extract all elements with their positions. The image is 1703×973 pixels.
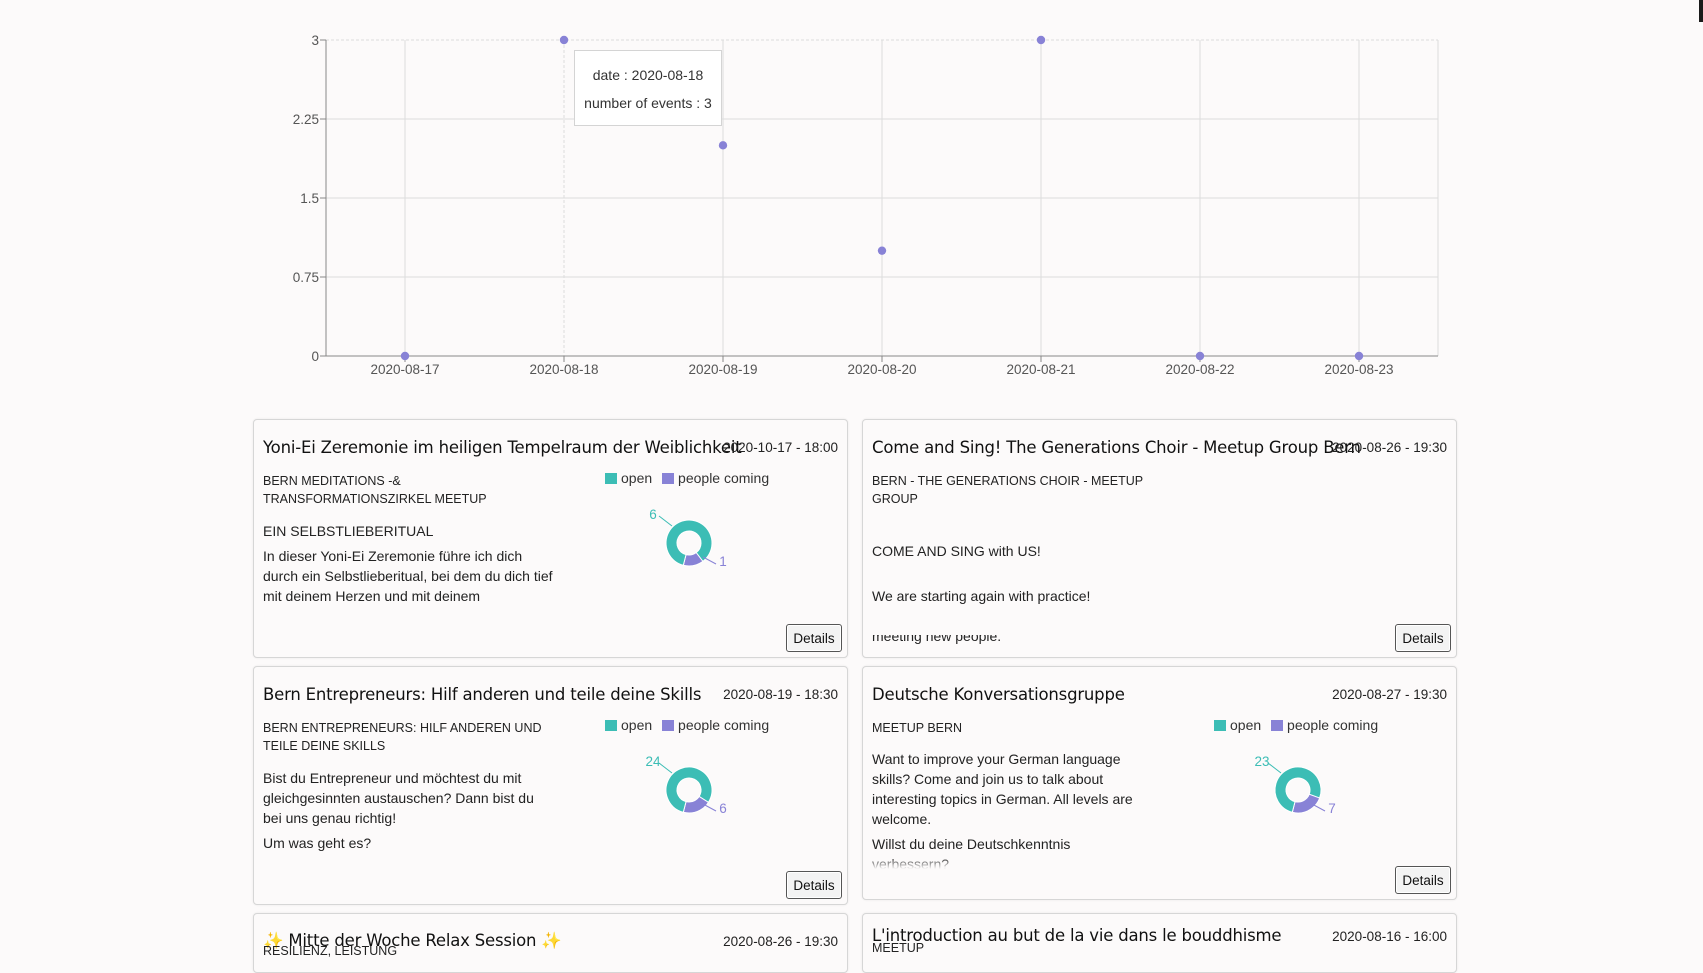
chart-axes (320, 39, 1438, 362)
legend-open-label: open (621, 717, 653, 733)
donut-label-leader-coming (702, 803, 717, 812)
legend-coming-swatch (662, 720, 675, 731)
event-card: Deutsche Konversationsgruppe 2020-08-27 … (862, 666, 1457, 900)
donut-label-coming: 6 (719, 801, 727, 816)
attendance-donut: 23 7 (1254, 754, 1336, 816)
details-button[interactable]: Details (786, 624, 842, 652)
details-button[interactable]: Details (786, 871, 842, 899)
donut-label-leader-open (658, 762, 673, 774)
event-group: BERN MEDITATIONS -& TRANSFORMATIONSZIRKE… (263, 474, 487, 506)
event-card: ✨ Mitte der Woche Relax Session ✨ 2020-0… (253, 913, 848, 973)
legend-coming-swatch (1271, 720, 1284, 731)
donut-label-coming: 1 (719, 554, 727, 569)
legend-coming-label: people coming (678, 470, 770, 486)
data-point (1036, 35, 1046, 45)
tooltip-count: number of events : 3 (584, 95, 712, 111)
event-date: 2020-08-27 - 19:30 (1332, 687, 1447, 702)
description-line: Um was geht es? (263, 835, 372, 851)
details-button[interactable]: Details (1395, 866, 1451, 894)
attendance-donut: 61 (649, 507, 727, 569)
x-tick-label: 2020-08-17 (370, 362, 439, 377)
y-tick-label: 2.25 (293, 112, 319, 127)
donut-label-leader-open (1267, 762, 1282, 774)
event-card: Yoni-Ei Zeremonie im heiligen Tempelraum… (253, 419, 848, 658)
event-group: BERN - THE GENERATIONS CHOIR - MEETUP GR… (872, 474, 1143, 506)
events-per-day-chart: 00.751.52.253 2020-08-17 2020-08-18 2020-0… (293, 33, 1439, 377)
x-tick-label: 2020-08-20 (847, 362, 916, 377)
legend-open-label: open (621, 470, 653, 486)
event-group: MEETUP (872, 941, 925, 955)
donut-label-open: 6 (649, 507, 657, 522)
legend-open-swatch (1214, 720, 1226, 731)
event-card: Come and Sing! The Generations Choir - M… (862, 419, 1457, 658)
event-group: RESILIENZ, LEISTUNG (263, 944, 398, 958)
legend-open-swatch (605, 720, 617, 731)
legend-coming-label: people coming (678, 717, 770, 733)
event-date: 2020-10-17 - 18:00 (723, 440, 838, 455)
donut-label-open: 23 (1254, 754, 1269, 769)
event-title: Deutsche Konversationsgruppe (872, 685, 1125, 704)
donut-label-leader-coming (1311, 803, 1326, 812)
x-tick-label: 2020-08-18 (529, 362, 598, 377)
event-description: Bist du Entrepreneur und möchtest du mit… (263, 768, 553, 858)
data-point (718, 141, 728, 150)
details-button[interactable]: Details (1395, 624, 1451, 652)
y-tick-label: 3 (311, 33, 319, 48)
donut-label-leader-coming (702, 556, 717, 565)
event-title: Come and Sing! The Generations Choir - M… (872, 438, 1361, 457)
chart-legend: open people coming (605, 717, 775, 733)
data-point (1195, 351, 1205, 361)
event-card: Bern Entrepreneurs: Hilf anderen und tei… (253, 666, 848, 905)
legend-open-label: open (1230, 717, 1262, 733)
description-line: Bist du Entrepreneur und möchtest du mit… (263, 770, 534, 826)
x-tick-label: 2020-08-23 (1324, 362, 1393, 377)
x-tick-label: 2020-08-19 (688, 362, 757, 377)
donut-label-open: 24 (645, 754, 661, 769)
chart-legend: open people coming (605, 470, 775, 486)
x-tick-label: 2020-08-21 (1006, 362, 1075, 377)
chart-tooltip: date : 2020-08-18 number of events : 3 (574, 50, 722, 126)
event-card: L'introduction au but de la vie dans le … (862, 913, 1457, 973)
event-title: Yoni-Ei Zeremonie im heiligen Tempelraum… (263, 438, 742, 457)
tooltip-date: date : 2020-08-18 (592, 67, 704, 83)
event-date: 2020-08-16 - 16:00 (1332, 929, 1447, 944)
data-point (877, 246, 887, 255)
event-description: COME AND SING with US! We are starting a… (872, 521, 1442, 657)
event-date: 2020-08-19 - 18:30 (723, 687, 838, 702)
donut-label-leader-open (658, 515, 673, 527)
description-line: In dieser Yoni-Ei Zeremonie führe ich di… (263, 548, 553, 604)
scrollbar-thumb[interactable] (1699, 0, 1703, 22)
y-axis-ticks: 0 0.75 1.5 2.25 3 (293, 33, 319, 364)
legend-open-swatch (605, 473, 617, 484)
event-group: BERN ENTREPRENEURS: HILF ANDEREN UND TEI… (263, 721, 542, 753)
description-line: COME AND SING with US! (872, 543, 1041, 559)
event-title: Bern Entrepreneurs: Hilf anderen und tei… (263, 685, 702, 704)
y-tick-label: 0 (311, 349, 319, 364)
x-axis-ticks: 2020-08-17 2020-08-18 2020-08-19 2020-08-20… (370, 362, 1393, 377)
chart-legend: open people coming (1214, 717, 1384, 733)
y-tick-label: 0.75 (293, 270, 319, 285)
description-line: Want to improve your German language ski… (872, 751, 1133, 827)
data-point (1354, 351, 1364, 361)
chart-grid (326, 39, 1439, 357)
y-tick-label: 1.5 (300, 191, 319, 206)
data-point (559, 35, 569, 45)
data-point (400, 351, 410, 361)
legend-coming-label: people coming (1287, 717, 1379, 733)
legend-coming-swatch (662, 473, 675, 484)
event-date: 2020-08-26 - 19:30 (723, 934, 838, 949)
x-tick-label: 2020-08-22 (1165, 362, 1234, 377)
attendance-donut: 24 6 (645, 754, 727, 816)
donut-label-coming: 7 (1328, 801, 1336, 816)
event-description: EIN SELBSTLIEBERITUAL In dieser Yoni-Ei … (263, 521, 553, 611)
event-group: MEETUP BERN (872, 721, 963, 735)
event-date: 2020-08-26 - 19:30 (1332, 440, 1447, 455)
description-line: EIN SELBSTLIEBERITUAL (263, 523, 434, 539)
